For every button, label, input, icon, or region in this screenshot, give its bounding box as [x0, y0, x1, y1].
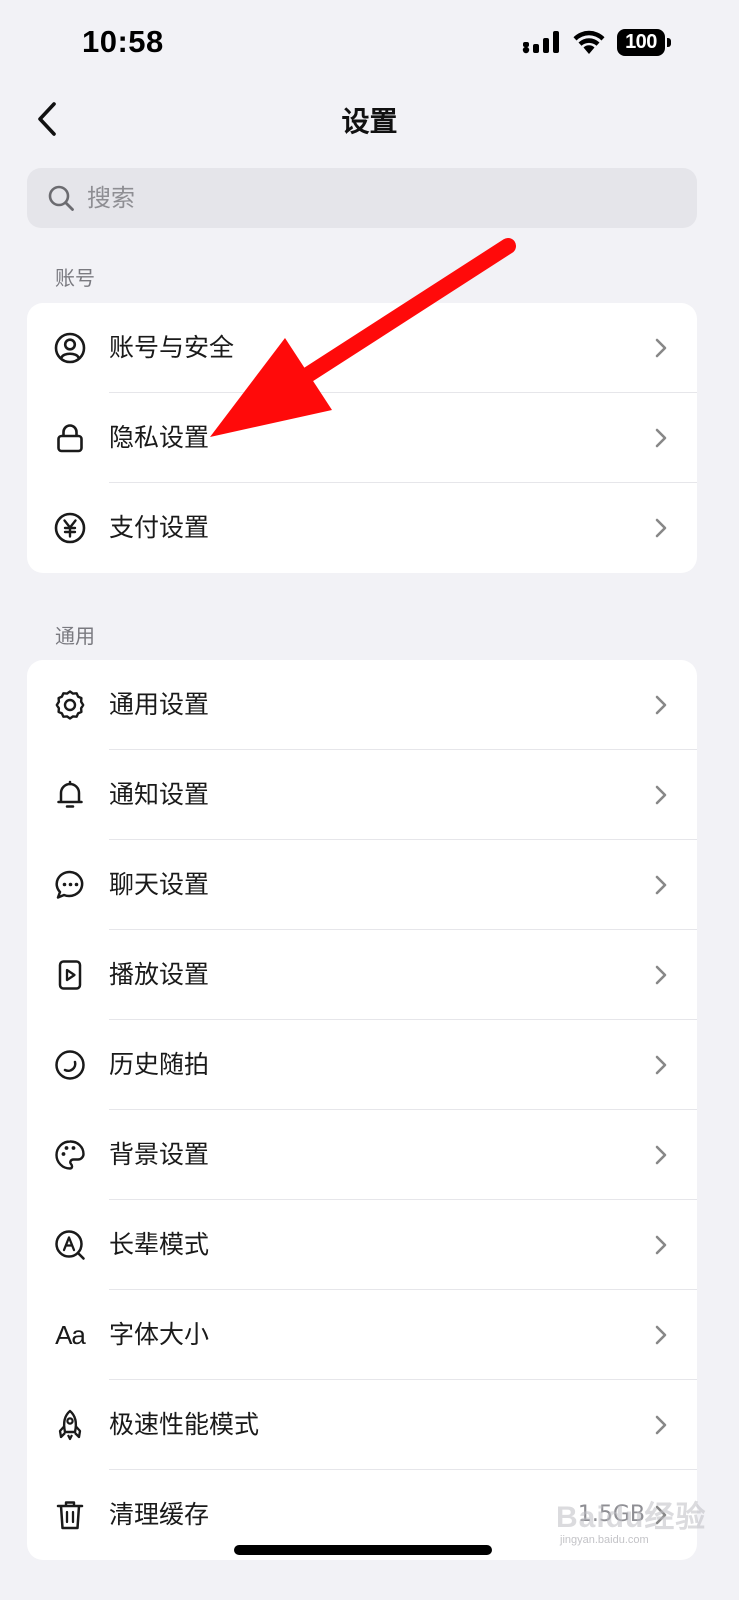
settings-item-background[interactable]: 背景设置: [27, 1110, 697, 1200]
settings-item-font-size[interactable]: Aa 字体大小: [27, 1290, 697, 1380]
section-label-account: 账号: [55, 266, 95, 290]
chevron-right-icon: [655, 965, 667, 985]
search-input[interactable]: [87, 178, 647, 218]
settings-item-label: 通用设置: [109, 690, 210, 719]
search-icon: [48, 185, 74, 211]
general-settings-card: 通用设置 通知设置 聊天设置 播放设置 历史随拍 背景设置 长辈模式 Aa 字体…: [27, 660, 697, 1560]
rocket-icon: [53, 1408, 87, 1442]
settings-item-notifications[interactable]: 通知设置: [27, 750, 697, 840]
settings-item-performance-mode[interactable]: 极速性能模式: [27, 1380, 697, 1470]
chat-bubble-icon: [53, 868, 87, 902]
settings-item-elder-mode[interactable]: 长辈模式: [27, 1200, 697, 1290]
chevron-right-icon: [655, 1415, 667, 1435]
settings-item-account-security[interactable]: 账号与安全: [27, 303, 697, 393]
search-bar[interactable]: [27, 168, 697, 228]
moment-circle-icon: [53, 1048, 87, 1082]
cellular-signal-icon: [522, 31, 559, 54]
settings-item-label: 通知设置: [109, 780, 210, 809]
chevron-right-icon: [655, 1235, 667, 1255]
chevron-right-icon: [655, 1325, 667, 1345]
yen-circle-icon: [53, 511, 87, 545]
gear-icon: [53, 688, 87, 722]
chevron-right-icon: [655, 695, 667, 715]
status-bar: 10:58 100: [0, 0, 739, 88]
chevron-right-icon: [655, 518, 667, 538]
chevron-right-icon: [655, 785, 667, 805]
trash-icon: [53, 1498, 87, 1532]
settings-item-general[interactable]: 通用设置: [27, 660, 697, 750]
wifi-icon: [573, 30, 605, 54]
chevron-right-icon: [655, 338, 667, 358]
status-time: 10:58: [82, 24, 164, 59]
settings-item-chat[interactable]: 聊天设置: [27, 840, 697, 930]
settings-item-label: 账号与安全: [109, 333, 235, 362]
settings-item-label: 历史随拍: [109, 1050, 210, 1079]
settings-item-privacy[interactable]: 隐私设置: [27, 393, 697, 483]
chevron-right-icon: [655, 875, 667, 895]
battery-tip: [667, 38, 671, 47]
font-size-icon: Aa: [53, 1318, 87, 1352]
chevron-right-icon: [655, 1055, 667, 1075]
settings-item-label: 播放设置: [109, 960, 210, 989]
play-file-icon: [53, 958, 87, 992]
lock-icon: [53, 421, 87, 455]
settings-item-label: 清理缓存: [109, 1500, 210, 1529]
settings-item-history-moments[interactable]: 历史随拍: [27, 1020, 697, 1110]
nav-bar: 设置: [0, 88, 739, 152]
settings-item-label: 聊天设置: [109, 870, 210, 899]
account-settings-card: 账号与安全 隐私设置 支付设置: [27, 303, 697, 573]
user-circle-icon: [53, 331, 87, 365]
watermark: Baidu经验: [556, 1501, 707, 1534]
watermark-url: jingyan.baidu.com: [560, 1534, 649, 1546]
battery-indicator: 100: [617, 29, 665, 56]
settings-item-label: 支付设置: [109, 513, 210, 542]
settings-item-payment[interactable]: 支付设置: [27, 483, 697, 573]
page-title: 设置: [341, 105, 398, 138]
section-label-general: 通用: [55, 624, 95, 648]
bell-icon: [53, 778, 87, 812]
settings-item-label: 极速性能模式: [109, 1410, 260, 1439]
settings-item-playback[interactable]: 播放设置: [27, 930, 697, 1020]
font-size-glyph: Aa: [55, 1319, 86, 1350]
elder-mode-icon: [53, 1228, 87, 1262]
palette-icon: [53, 1138, 87, 1172]
settings-item-label: 隐私设置: [109, 423, 210, 452]
settings-item-label: 长辈模式: [109, 1230, 210, 1259]
chevron-right-icon: [655, 428, 667, 448]
settings-item-label: 背景设置: [109, 1140, 210, 1169]
home-indicator: [234, 1545, 492, 1555]
settings-item-label: 字体大小: [109, 1320, 210, 1349]
chevron-right-icon: [655, 1145, 667, 1165]
